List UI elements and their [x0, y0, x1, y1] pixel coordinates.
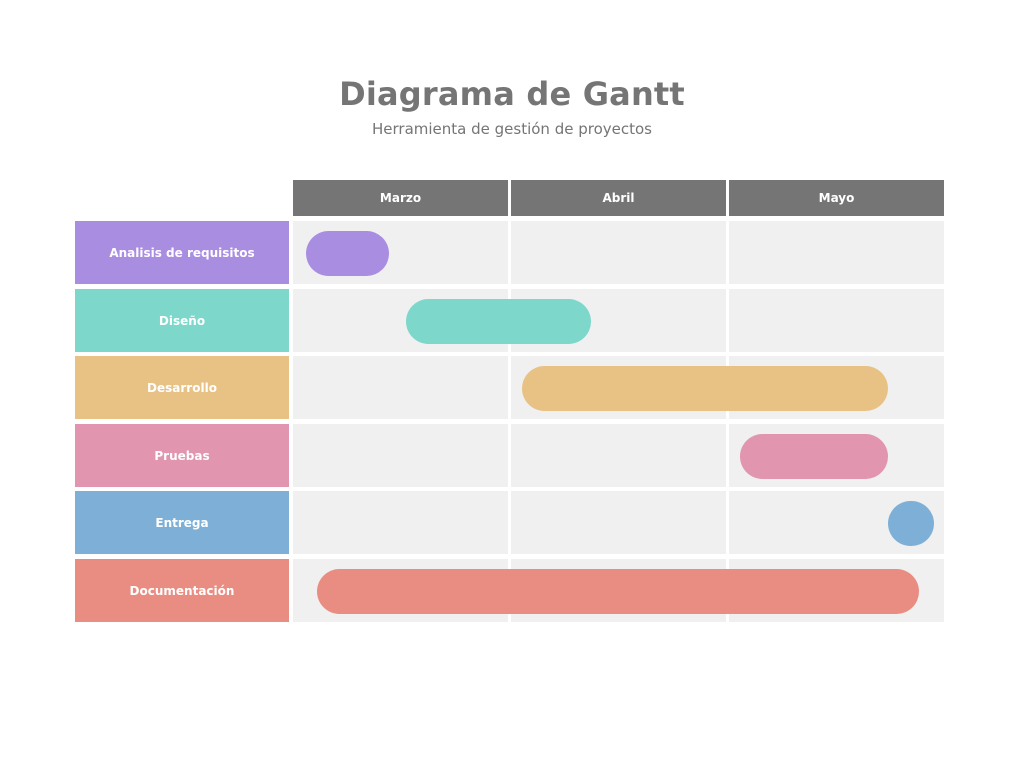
timeline-cell	[293, 424, 508, 487]
task-bar[interactable]	[522, 366, 888, 411]
task-label: Desarrollo	[75, 356, 289, 419]
task-bar[interactable]	[306, 231, 389, 276]
timeline-cell	[729, 221, 944, 284]
task-label: Pruebas	[75, 424, 289, 487]
task-label: Analisis de requisitos	[75, 221, 289, 284]
timeline-cell	[511, 491, 726, 554]
month-header: Abril	[511, 180, 726, 216]
timeline-cell	[293, 356, 508, 419]
month-header: Mayo	[729, 180, 944, 216]
task-bar[interactable]	[317, 569, 919, 614]
task-label: Documentación	[75, 559, 289, 622]
month-header: Marzo	[293, 180, 508, 216]
task-bar[interactable]	[740, 434, 888, 479]
timeline-cell	[729, 289, 944, 352]
timeline-cell	[293, 491, 508, 554]
task-label: Diseño	[75, 289, 289, 352]
task-bar[interactable]	[888, 501, 934, 546]
task-label: Entrega	[75, 491, 289, 554]
gantt-chart: Marzo Abril Mayo Analisis de requisitos Dise…	[0, 0, 1024, 768]
task-bar[interactable]	[406, 299, 591, 344]
timeline-cell	[511, 221, 726, 284]
timeline-cell	[511, 424, 726, 487]
